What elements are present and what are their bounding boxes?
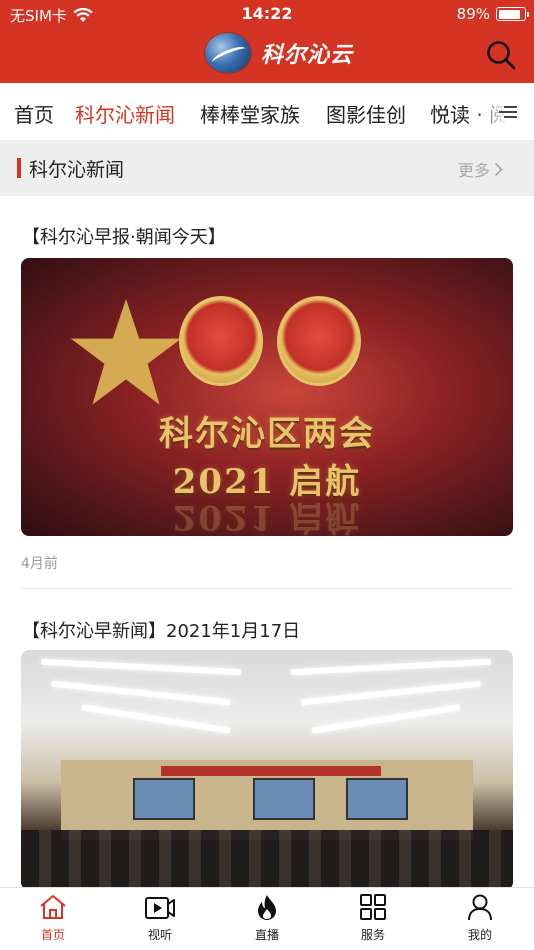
section-header: 科尔沁新闻 更多 xyxy=(0,140,534,196)
article-title[interactable]: 【科尔沁早报·朝闻今天】 xyxy=(22,223,226,249)
app-header: 无SIM卡 14:22 89% 科尔沁云 xyxy=(0,0,534,83)
tab-bangbangtang[interactable]: 棒棒堂家族 xyxy=(200,99,300,128)
audience xyxy=(21,830,513,890)
tab-menu-icon[interactable] xyxy=(498,104,518,120)
status-right: 89% xyxy=(456,5,529,23)
section-accent-bar xyxy=(17,158,21,178)
tab-horqin-news[interactable]: 科尔沁新闻 xyxy=(75,99,175,128)
user-icon xyxy=(468,894,492,921)
brand-name: 科尔沁云 xyxy=(261,42,354,68)
clock: 14:22 xyxy=(241,4,293,23)
bottom-tab-service[interactable]: 服务 xyxy=(338,892,408,943)
battery-percent: 89% xyxy=(456,5,490,23)
bottom-tab-home[interactable]: 首页 xyxy=(18,892,88,943)
video-icon xyxy=(145,897,175,919)
ceiling-light xyxy=(51,680,231,706)
bottom-tab-live[interactable]: 直播 xyxy=(232,892,302,943)
status-bar: 无SIM卡 14:22 89% xyxy=(0,0,534,28)
chevron-right-icon xyxy=(494,162,503,176)
ceiling-light xyxy=(301,680,481,706)
bottom-tab-label: 服务 xyxy=(360,928,385,942)
thumbnail-reflection: 2021 启航 xyxy=(172,497,362,536)
flame-icon xyxy=(258,895,276,920)
bottom-tab-bar: 首页 视听 直播 服务 我的 xyxy=(0,887,534,950)
article-title[interactable]: 【科尔沁早新闻】2021年1月17日 xyxy=(22,617,300,643)
ceiling-light xyxy=(290,658,492,676)
meeting-banner xyxy=(161,766,381,776)
search-icon[interactable] xyxy=(486,40,516,70)
ceiling-light xyxy=(40,658,242,676)
bottom-tab-mine[interactable]: 我的 xyxy=(445,892,515,943)
display-screen xyxy=(346,778,408,820)
bottom-tab-label: 直播 xyxy=(254,928,279,942)
app-logo: 科尔沁云 xyxy=(205,33,353,73)
divider xyxy=(21,588,513,589)
category-tabs: 首页 科尔沁新闻 棒棒堂家族 图影佳创 悦读 · 阅 xyxy=(0,83,534,139)
ceiling-light xyxy=(81,704,231,734)
display-screen xyxy=(253,778,315,820)
article-time: 4月前 xyxy=(21,556,58,572)
article-thumbnail[interactable] xyxy=(21,650,513,890)
section-title: 科尔沁新闻 xyxy=(29,159,125,181)
bottom-tab-label: 视听 xyxy=(147,928,172,942)
more-label: 更多 xyxy=(458,161,491,180)
ceiling-light xyxy=(311,704,461,734)
bottom-tab-video[interactable]: 视听 xyxy=(125,892,195,943)
article-thumbnail[interactable]: 科尔沁区两会 2021 启航 2021 启航 xyxy=(21,258,513,536)
home-icon xyxy=(40,895,66,919)
national-emblem-icon xyxy=(179,296,263,386)
globe-logo-icon xyxy=(205,33,251,73)
display-screen xyxy=(133,778,195,820)
battery-icon xyxy=(496,7,529,21)
cppcc-emblem-icon xyxy=(277,296,361,386)
bottom-tab-label: 首页 xyxy=(40,928,65,942)
tab-tuying[interactable]: 图影佳创 xyxy=(326,99,406,128)
thumbnail-headline: 科尔沁区两会 xyxy=(159,414,375,454)
battery-level xyxy=(498,9,520,19)
grid-icon xyxy=(360,894,386,920)
tab-home[interactable]: 首页 xyxy=(14,99,54,128)
bottom-tab-label: 我的 xyxy=(467,928,492,942)
more-link[interactable]: 更多 xyxy=(458,157,503,181)
star-icon xyxy=(70,299,182,405)
